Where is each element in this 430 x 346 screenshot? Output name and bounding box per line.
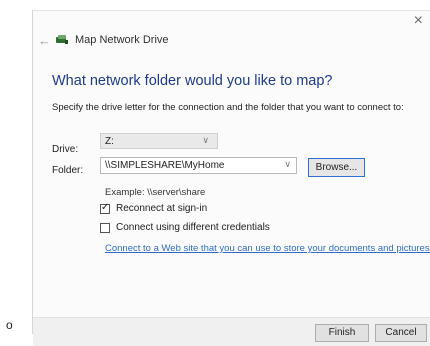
reconnect-checkbox[interactable]: ✓: [100, 201, 110, 214]
chevron-down-icon[interactable]: ∨: [284, 159, 291, 170]
web-site-link[interactable]: Connect to a Web site that you can use t…: [105, 243, 430, 254]
diff-credentials-checkbox[interactable]: [100, 222, 110, 233]
drive-select[interactable]: Z: ∨: [100, 133, 218, 149]
close-icon[interactable]: ×: [414, 13, 423, 29]
folder-input[interactable]: \\SIMPLESHARE\MyHome ∨: [100, 157, 297, 174]
browse-button[interactable]: Browse...: [308, 158, 365, 177]
drive-select-value: Z:: [105, 136, 114, 147]
dialog-footer: Finish Cancel: [33, 317, 430, 346]
diff-credentials-checkbox-row[interactable]: Connect using different credentials: [100, 222, 270, 233]
checkmark-icon: ✓: [101, 201, 110, 213]
map-network-drive-dialog: × ← Map Network Drive What network folde…: [32, 10, 430, 346]
diff-credentials-label: Connect using different credentials: [116, 222, 270, 233]
network-drive-icon: [56, 35, 68, 44]
window-title: Map Network Drive: [75, 34, 169, 46]
back-arrow-icon[interactable]: ←: [38, 33, 51, 48]
finish-button[interactable]: Finish: [315, 324, 369, 342]
page-heading: What network folder would you like to ma…: [52, 73, 333, 89]
folder-input-value: \\SIMPLESHARE\MyHome: [105, 160, 225, 171]
reconnect-checkbox-row[interactable]: ✓ Reconnect at sign-in: [100, 201, 208, 214]
example-text: Example: \\server\share: [105, 187, 206, 198]
drive-label: Drive:: [52, 144, 79, 155]
reconnect-label: Reconnect at sign-in: [116, 203, 208, 214]
chevron-down-icon: ∨: [202, 135, 209, 145]
top-strip: [0, 0, 430, 10]
folder-label: Folder:: [52, 165, 84, 176]
window-title-row: Map Network Drive: [55, 34, 169, 46]
cancel-button[interactable]: Cancel: [375, 324, 427, 342]
outside-bullet: o: [6, 318, 13, 332]
instruction-text: Specify the drive letter for the connect…: [52, 102, 404, 113]
